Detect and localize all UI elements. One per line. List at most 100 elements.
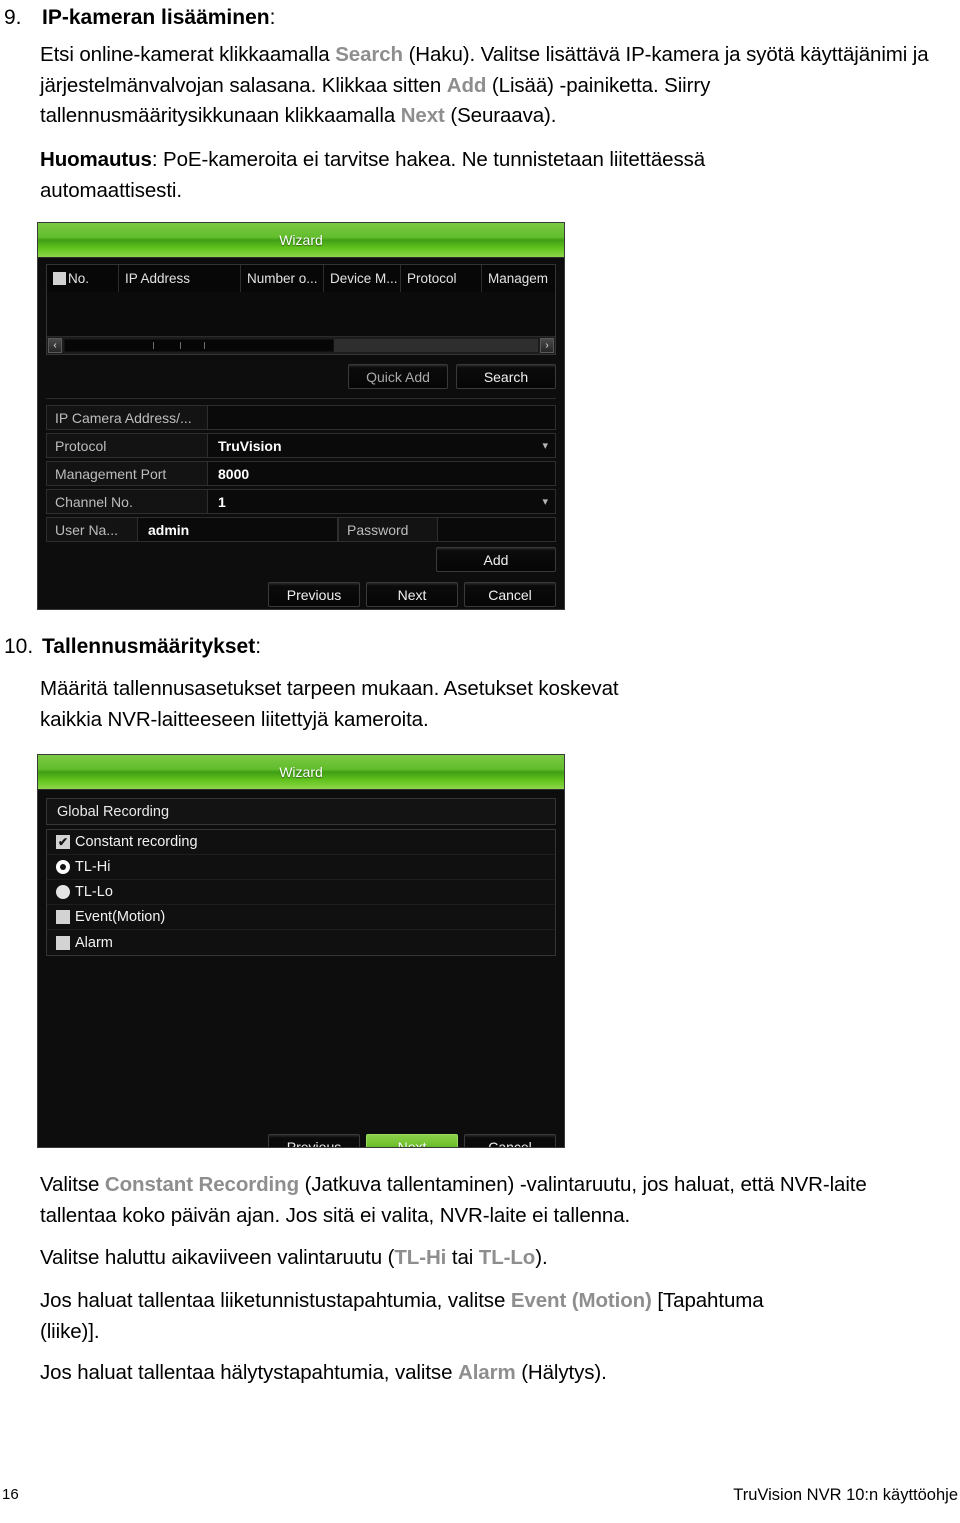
ui-term-add: Add (446, 73, 487, 97)
ui-term-constant-recording: Constant Recording (104, 1173, 299, 1196)
radio-selected-icon[interactable] (56, 860, 70, 874)
column-header-management-port[interactable]: Managem (482, 265, 555, 292)
section-10-note-1: Valitse Constant Recording (Jatkuva tall… (40, 1170, 900, 1231)
label-password: Password (338, 517, 438, 542)
camera-form: IP Camera Address/... Protocol TruVision… (46, 398, 556, 572)
para-text: (Hälytys). (515, 1361, 607, 1384)
section-9-number: 9. (4, 6, 22, 29)
column-label: Managem (488, 271, 549, 286)
scrollbar-grip (180, 342, 181, 349)
cancel-button[interactable]: Cancel (464, 582, 556, 607)
scrollbar-track[interactable] (64, 339, 538, 352)
column-header-ip-address[interactable]: IP Address (119, 265, 241, 292)
label-protocol: Protocol (46, 433, 208, 458)
column-header-no[interactable]: No. (47, 265, 119, 292)
option-label: TL-Lo (75, 884, 113, 900)
wizard-title-bar: Wizard (38, 223, 564, 258)
previous-button[interactable]: Previous (268, 1134, 360, 1147)
radio-unselected-icon[interactable] (56, 885, 70, 899)
wizard-body: No. IP Address Number o... Device M... P… (38, 258, 564, 609)
section-10-note-2: Valitse haluttu aikaviiveen valintaruutu… (40, 1243, 900, 1274)
checkbox-unchecked-icon[interactable] (56, 910, 70, 924)
section-10-heading: 10. Tallennusmääritykset: (4, 633, 904, 661)
global-recording-group-label: Global Recording (46, 798, 556, 825)
label-ip-camera-address: IP Camera Address/... (46, 405, 208, 430)
para-text: Jos haluat tallentaa hälytystapahtumia, … (40, 1361, 458, 1384)
chevron-down-icon[interactable]: ▾ (542, 439, 548, 452)
section-10-title: Tallennusmääritykset: (42, 635, 262, 658)
ui-term-tl-lo: TL-Lo (478, 1246, 536, 1269)
label-management-port: Management Port (46, 461, 208, 486)
para-text: Valitse (40, 1173, 105, 1196)
add-button[interactable]: Add (436, 547, 556, 572)
cancel-button[interactable]: Cancel (464, 1134, 556, 1147)
wizard-dialog-ip-camera: Wizard No. IP Address Number o... Device (37, 222, 565, 610)
ui-term-search: Search (335, 43, 403, 66)
option-tl-lo[interactable]: TL-Lo (47, 880, 555, 905)
form-row-credentials: User Na... admin Password (46, 517, 556, 542)
para-text: Määritä tallennusasetukset tarpeen mukaa… (40, 677, 619, 731)
wizard-title-text: Wizard (279, 764, 323, 780)
select-all-checkbox[interactable] (53, 272, 66, 285)
para-text: (Seuraava). (444, 104, 557, 127)
column-label: Number o... (247, 271, 318, 286)
option-constant-recording[interactable]: ✔ Constant recording (47, 830, 555, 855)
ui-term-tl-hi: TL-Hi (394, 1246, 447, 1269)
footer-document-title: TruVision NVR 10:n käyttöohje (733, 1486, 958, 1504)
para-text: Jos haluat tallentaa liiketunnistustapah… (40, 1289, 511, 1312)
input-value: admin (148, 521, 190, 538)
input-password[interactable] (438, 517, 556, 542)
column-label: No. (68, 271, 90, 286)
option-label: Event(Motion) (75, 909, 166, 925)
wizard-footer-buttons: Previous Next Cancel (46, 582, 556, 609)
para-text: Etsi online-kamerat klikkaamalla (40, 43, 336, 66)
ui-term-event-motion: Event (Motion) (510, 1289, 652, 1312)
input-user-name[interactable]: admin (138, 517, 338, 542)
wizard-dialog-recording: Wizard Global Recording ✔ Constant recor… (37, 754, 565, 1148)
camera-table-header: No. IP Address Number o... Device M... P… (47, 265, 555, 292)
camera-table-horizontal-scrollbar[interactable]: ‹ › (47, 336, 555, 354)
section-9-paragraph-1: Etsi online-kamerat klikkaamalla Search … (40, 40, 930, 132)
option-tl-hi[interactable]: TL-Hi (47, 855, 555, 880)
group-label-text: Global Recording (57, 803, 170, 820)
select-channel-no[interactable]: 1 ▾ (208, 489, 556, 514)
previous-button[interactable]: Previous (268, 582, 360, 607)
scroll-right-icon[interactable]: › (540, 338, 554, 353)
form-row-channel-no: Channel No. 1 ▾ (46, 489, 556, 514)
option-alarm[interactable]: Alarm (47, 930, 555, 955)
search-button[interactable]: Search (456, 364, 556, 389)
checkbox-checked-icon[interactable]: ✔ (56, 835, 70, 849)
scroll-left-icon[interactable]: ‹ (48, 338, 62, 353)
recording-options-list: ✔ Constant recording TL-Hi TL-Lo Event(M… (46, 829, 556, 956)
select-protocol[interactable]: TruVision ▾ (208, 433, 556, 458)
section-10-note-4: Jos haluat tallentaa hälytystapahtumia, … (40, 1358, 900, 1389)
wizard-body: Global Recording ✔ Constant recording TL… (38, 790, 564, 1147)
label-channel-no: Channel No. (46, 489, 208, 514)
column-header-number-of[interactable]: Number o... (241, 265, 324, 292)
section-10-number: 10. (4, 635, 34, 658)
input-management-port[interactable]: 8000 (208, 461, 556, 486)
checkbox-unchecked-icon[interactable] (56, 935, 70, 950)
scrollbar-thumb[interactable] (64, 339, 335, 352)
table-action-buttons: Quick Add Search (46, 364, 556, 389)
para-text: Valitse haluttu aikaviiveen valintaruutu… (40, 1246, 395, 1269)
ui-term-alarm: Alarm (457, 1361, 516, 1384)
input-value: 8000 (218, 465, 250, 482)
next-button[interactable]: Next (366, 582, 458, 607)
column-header-device-model[interactable]: Device M... (324, 265, 401, 292)
option-event-motion[interactable]: Event(Motion) (47, 905, 555, 930)
option-label: TL-Hi (75, 859, 111, 875)
section-9-note: Huomautus: PoE-kameroita ei tarvitse hak… (40, 145, 850, 206)
column-label: Device M... (330, 271, 398, 286)
form-row-ip-camera-address: IP Camera Address/... (46, 405, 556, 430)
scrollbar-grip (204, 342, 205, 349)
column-header-protocol[interactable]: Protocol (401, 265, 482, 292)
dialog-empty-space (46, 956, 556, 1124)
camera-table: No. IP Address Number o... Device M... P… (46, 264, 556, 355)
next-button[interactable]: Next (366, 1134, 458, 1147)
ui-term-next: Next (400, 104, 445, 127)
document-page: 9. IP-kameran lisääminen: Etsi online-ka… (0, 0, 960, 1523)
input-ip-camera-address[interactable] (208, 405, 556, 430)
chevron-down-icon[interactable]: ▾ (542, 495, 548, 508)
quick-add-button[interactable]: Quick Add (348, 364, 448, 389)
